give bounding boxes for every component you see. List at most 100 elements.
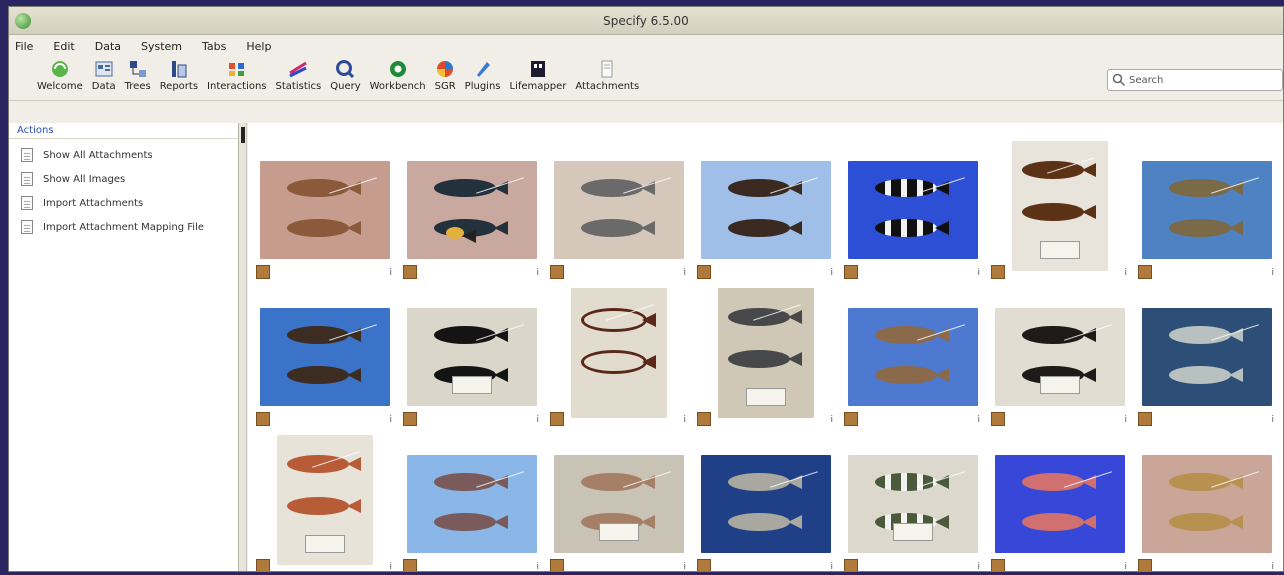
info-icon[interactable]: i [1271,415,1274,425]
attachment-thumbnail[interactable] [260,161,390,259]
info-icon[interactable]: i [830,562,833,571]
attachment-type-icon[interactable] [256,412,270,426]
attachment-thumbnail[interactable] [571,288,667,418]
info-icon[interactable]: i [977,268,980,278]
info-icon[interactable]: i [389,268,392,278]
info-icon[interactable]: i [683,562,686,571]
menu-data[interactable]: Data [95,40,121,53]
attachment-thumbnail[interactable] [718,288,814,418]
toolbar-interactions-button[interactable]: Interactions [207,57,267,92]
attachment-thumbnail[interactable] [554,455,684,553]
toolbar-attachments-button[interactable]: Attachments [575,57,639,92]
attachment-type-icon[interactable] [550,412,564,426]
toolbar-reports-button[interactable]: Reports [160,57,198,92]
attachment-thumbnail[interactable] [1142,161,1272,259]
attachment-thumbnail[interactable] [848,455,978,553]
attachments-icon [601,60,613,78]
info-icon[interactable]: i [830,415,833,425]
attachment-type-icon[interactable] [991,559,1005,571]
info-icon[interactable]: i [389,415,392,425]
attachment-type-icon[interactable] [256,559,270,571]
attachment-thumbnail[interactable] [701,455,831,553]
toolbar-sgr-button[interactable]: SGR [435,57,456,92]
attachment-type-icon[interactable] [550,559,564,571]
attachment-thumbnail[interactable] [1142,455,1272,553]
action-import-attachments[interactable]: Import Attachments [9,191,238,215]
toolbar-query-button[interactable]: Query [330,57,361,92]
action-show-all-attachments[interactable]: Show All Attachments [9,143,238,167]
attachment-type-icon[interactable] [697,559,711,571]
toolbar-label: Statistics [275,81,322,92]
attachment-type-icon[interactable] [403,559,417,571]
specimen-fish [1169,513,1243,531]
attachment-thumbnail[interactable] [995,455,1125,553]
attachment-thumbnail[interactable] [554,161,684,259]
split-divider[interactable] [239,123,247,571]
specimen-fish [728,219,802,237]
attachment-thumbnail[interactable] [407,455,537,553]
attachment-thumbnail[interactable] [260,308,390,406]
attachment-type-icon[interactable] [844,559,858,571]
toolbar-workbench-button[interactable]: Workbench [370,57,426,92]
search-input[interactable] [1129,74,1269,86]
info-icon[interactable]: i [1124,268,1127,278]
info-icon[interactable]: i [683,268,686,278]
toolbar-statistics-button[interactable]: Statistics [275,57,322,92]
attachment-thumbnail[interactable] [848,308,978,406]
info-icon[interactable]: i [536,562,539,571]
info-icon[interactable]: i [1271,268,1274,278]
main-toolbar: Welcome Data Trees Reports Interactions Stati… [9,57,1283,101]
search-box[interactable] [1107,69,1283,91]
attachment-thumbnail[interactable] [701,161,831,259]
info-icon[interactable]: i [536,415,539,425]
toolbar-lifemapper-button[interactable]: Lifemapper [510,57,566,92]
action-import-attachment-mapping-file[interactable]: Import Attachment Mapping File [9,215,238,239]
attachment-thumbnail[interactable] [407,161,537,259]
toolbar-plugins-button[interactable]: Plugins [465,57,501,92]
menu-edit[interactable]: Edit [53,40,74,53]
info-icon[interactable]: i [1271,562,1274,571]
attachment-thumbnail[interactable] [277,435,373,565]
toolbar-data-button[interactable]: Data [92,57,116,92]
info-icon[interactable]: i [977,562,980,571]
action-show-all-images[interactable]: Show All Images [9,167,238,191]
specimen-label-tag [1040,376,1080,394]
attachment-type-icon[interactable] [550,265,564,279]
attachment-thumbnail[interactable] [1012,141,1108,271]
attachment-type-icon[interactable] [697,265,711,279]
info-icon[interactable]: i [1124,562,1127,571]
attachment-type-icon[interactable] [1138,559,1152,571]
info-icon[interactable]: i [683,415,686,425]
attachment-thumbnail[interactable] [995,308,1125,406]
toolbar-label: Welcome [37,81,83,92]
attachment-thumbnail[interactable] [848,161,978,259]
attachment-type-icon[interactable] [1138,265,1152,279]
menu-file[interactable]: File [15,40,33,53]
statistics-icon [289,61,308,78]
menu-tabs[interactable]: Tabs [202,40,226,53]
attachment-thumbnail[interactable] [407,308,537,406]
attachment-type-icon[interactable] [844,265,858,279]
document-icon [21,148,33,162]
info-icon[interactable]: i [830,268,833,278]
attachment-cell: i [550,141,688,279]
info-icon[interactable]: i [536,268,539,278]
toolbar-trees-button[interactable]: Trees [125,57,151,92]
specimen-label-tag [746,388,786,406]
menu-help[interactable]: Help [246,40,271,53]
info-icon[interactable]: i [389,562,392,571]
attachment-cell: i [844,435,982,571]
attachment-type-icon[interactable] [403,265,417,279]
attachment-type-icon[interactable] [991,265,1005,279]
info-icon[interactable]: i [1124,415,1127,425]
attachment-type-icon[interactable] [697,412,711,426]
attachment-thumbnail[interactable] [1142,308,1272,406]
attachment-type-icon[interactable] [844,412,858,426]
attachment-type-icon[interactable] [256,265,270,279]
attachment-type-icon[interactable] [1138,412,1152,426]
menu-system[interactable]: System [141,40,182,53]
info-icon[interactable]: i [977,415,980,425]
attachment-type-icon[interactable] [991,412,1005,426]
toolbar-welcome-button[interactable]: Welcome [37,57,83,92]
attachment-type-icon[interactable] [403,412,417,426]
